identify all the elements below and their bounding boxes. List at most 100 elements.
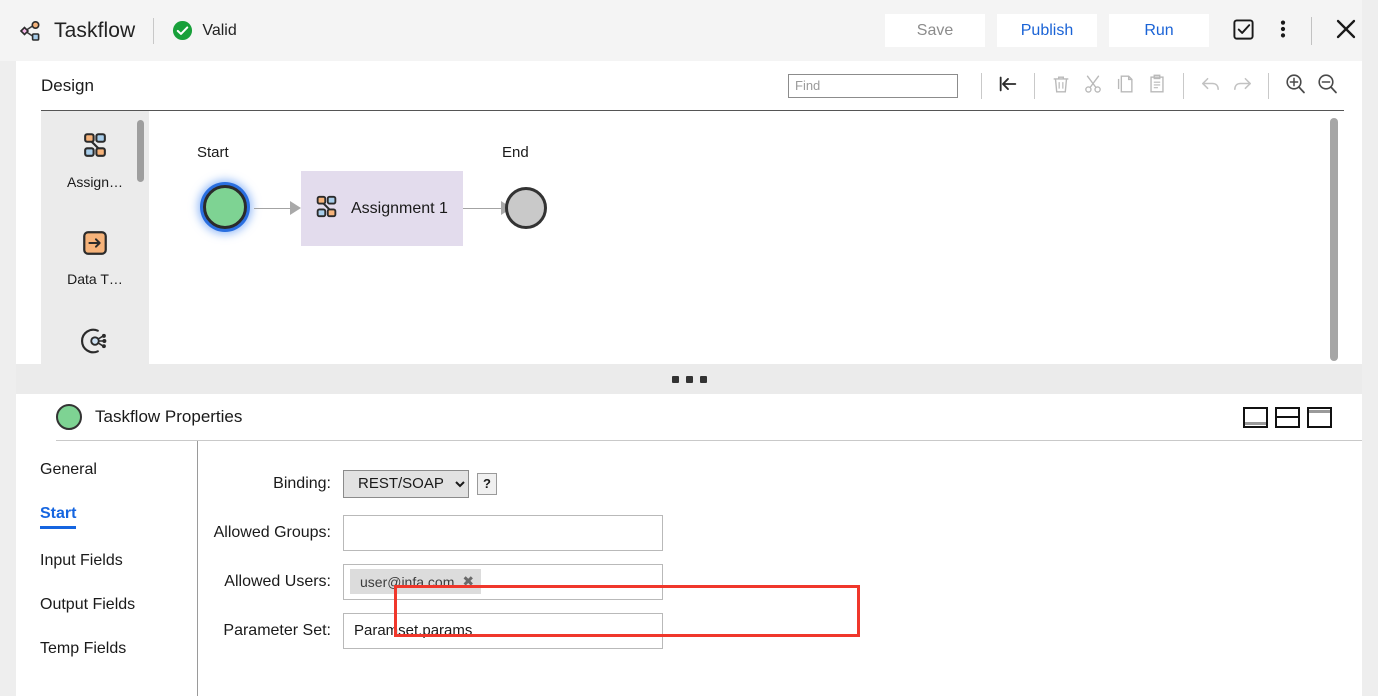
assignment-node[interactable]: Assignment 1 (301, 171, 463, 246)
end-node[interactable] (505, 187, 547, 229)
trash-icon (1050, 73, 1072, 98)
allowed-groups-row: Allowed Groups: (213, 508, 1362, 557)
tab-input-fields[interactable]: Input Fields (40, 552, 123, 573)
allowed-users-label: Allowed Users: (224, 572, 331, 590)
divider (153, 17, 155, 44)
assignment-icon (80, 130, 110, 165)
remove-chip-icon[interactable]: ✖ (462, 573, 474, 590)
brand: Taskflow (0, 16, 135, 46)
panel-bottom-icon[interactable] (1243, 406, 1268, 428)
properties-body: General Start Input Fields Output Fields… (16, 441, 1362, 696)
data-task-icon (81, 229, 109, 262)
palette-scrollbar[interactable] (137, 120, 144, 182)
palette-item-label: Data T… (67, 271, 123, 287)
start-node[interactable] (203, 185, 247, 229)
design-header: Design (16, 61, 1362, 110)
palette-item-label: Assign… (66, 174, 124, 190)
close-button[interactable] (1328, 13, 1364, 49)
design-panel: Design Find Assign… Data T… Start Assign… (16, 61, 1362, 364)
parameter-set-input[interactable] (343, 612, 663, 649)
divider (1183, 72, 1184, 99)
integration-icon (80, 326, 110, 361)
zoom-in-icon (1283, 72, 1307, 99)
divider (981, 72, 982, 99)
canvas-scrollbar[interactable] (1330, 118, 1338, 361)
collapse-left-icon (997, 73, 1019, 98)
more-options-button[interactable] (1265, 13, 1301, 49)
start-properties-form: Binding: REST/SOAP ? Allowed Groups: All… (198, 441, 1362, 696)
allowed-groups-input[interactable] (343, 514, 663, 551)
zoom-out-button[interactable] (1312, 71, 1342, 101)
tab-output-fields[interactable]: Output Fields (40, 596, 135, 617)
taskflow-icon (14, 16, 44, 46)
component-palette: Assign… Data T… (41, 111, 149, 364)
tab-general[interactable]: General (40, 461, 97, 482)
drag-handle-dot (671, 375, 679, 383)
start-node-label: Start (197, 144, 229, 161)
parameter-set-label: Parameter Set: (223, 621, 331, 639)
design-title: Design (41, 75, 94, 95)
status-badge: Valid (202, 21, 237, 39)
assignment-node-label: Assignment 1 (351, 199, 448, 217)
user-chip-label: user@infa.com (360, 573, 455, 590)
delete-button[interactable] (1046, 71, 1076, 101)
cut-button[interactable] (1078, 71, 1108, 101)
binding-label: Binding: (273, 474, 331, 492)
top-bar: Taskflow Valid Save Publish Run (0, 0, 1378, 61)
allowed-users-input[interactable]: user@infa.com ✖ (343, 563, 663, 600)
publish-button[interactable]: Publish (997, 14, 1097, 47)
flow-canvas[interactable]: Start Assignment 1 End (149, 111, 1344, 364)
palette-item-data-task[interactable]: Data T… (41, 209, 149, 307)
redo-icon (1231, 73, 1254, 99)
undo-button[interactable] (1195, 71, 1225, 101)
taskflow-properties-panel: Taskflow Properties General Start Input … (16, 394, 1376, 696)
binding-help-button[interactable]: ? (477, 472, 497, 495)
allowed-groups-label: Allowed Groups: (213, 523, 331, 541)
panel-splitter[interactable] (16, 364, 1362, 394)
validate-button[interactable] (1225, 13, 1261, 49)
palette-item-assignment[interactable]: Assign… (41, 111, 149, 209)
copy-button[interactable] (1110, 71, 1140, 101)
user-chip[interactable]: user@infa.com ✖ (350, 569, 482, 594)
zoom-in-button[interactable] (1280, 71, 1310, 101)
palette-item-integration[interactable]: Integra… (41, 307, 149, 364)
binding-select[interactable]: REST/SOAP (343, 469, 469, 498)
scissors-icon (1082, 73, 1104, 98)
end-node-label: End (502, 144, 529, 161)
tab-temp-fields[interactable]: Temp Fields (40, 640, 126, 661)
right-edge-gutter (1362, 0, 1378, 696)
divider (1311, 16, 1312, 45)
divider (1268, 72, 1269, 99)
save-button[interactable]: Save (885, 14, 985, 47)
arrow-head-icon (290, 201, 301, 215)
copy-icon (1114, 73, 1136, 98)
paste-button[interactable] (1142, 71, 1172, 101)
binding-row: Binding: REST/SOAP ? (213, 459, 1362, 508)
run-button[interactable]: Run (1109, 14, 1209, 47)
divider (1034, 72, 1035, 99)
design-toolbar (788, 71, 1362, 101)
panel-split-icon[interactable] (1275, 406, 1300, 428)
paste-icon (1146, 73, 1168, 98)
check-circle-icon (172, 20, 193, 41)
top-actions: Save Publish Run (885, 13, 1378, 49)
properties-nav: General Start Input Fields Output Fields… (16, 441, 198, 696)
more-vertical-icon (1272, 18, 1294, 43)
allowed-users-row: Allowed Users: user@infa.com ✖ (213, 557, 1362, 606)
canvas-area: Assign… Data T… Start Assignment 1 End (41, 110, 1344, 364)
panel-top-icon[interactable] (1307, 406, 1332, 428)
start-status-icon (56, 404, 82, 430)
validation-status: Valid (172, 20, 237, 41)
close-icon (1334, 17, 1358, 44)
drag-handle-dot (685, 375, 693, 383)
find-input[interactable] (788, 73, 958, 98)
zoom-out-icon (1315, 72, 1339, 99)
tab-start[interactable]: Start (40, 505, 77, 529)
undo-icon (1199, 73, 1222, 99)
properties-header: Taskflow Properties (16, 394, 1362, 440)
properties-title: Taskflow Properties (95, 407, 243, 426)
panel-view-buttons (1243, 406, 1362, 428)
app-title: Taskflow (54, 18, 136, 42)
redo-button[interactable] (1227, 71, 1257, 101)
collapse-left-button[interactable] (993, 71, 1023, 101)
